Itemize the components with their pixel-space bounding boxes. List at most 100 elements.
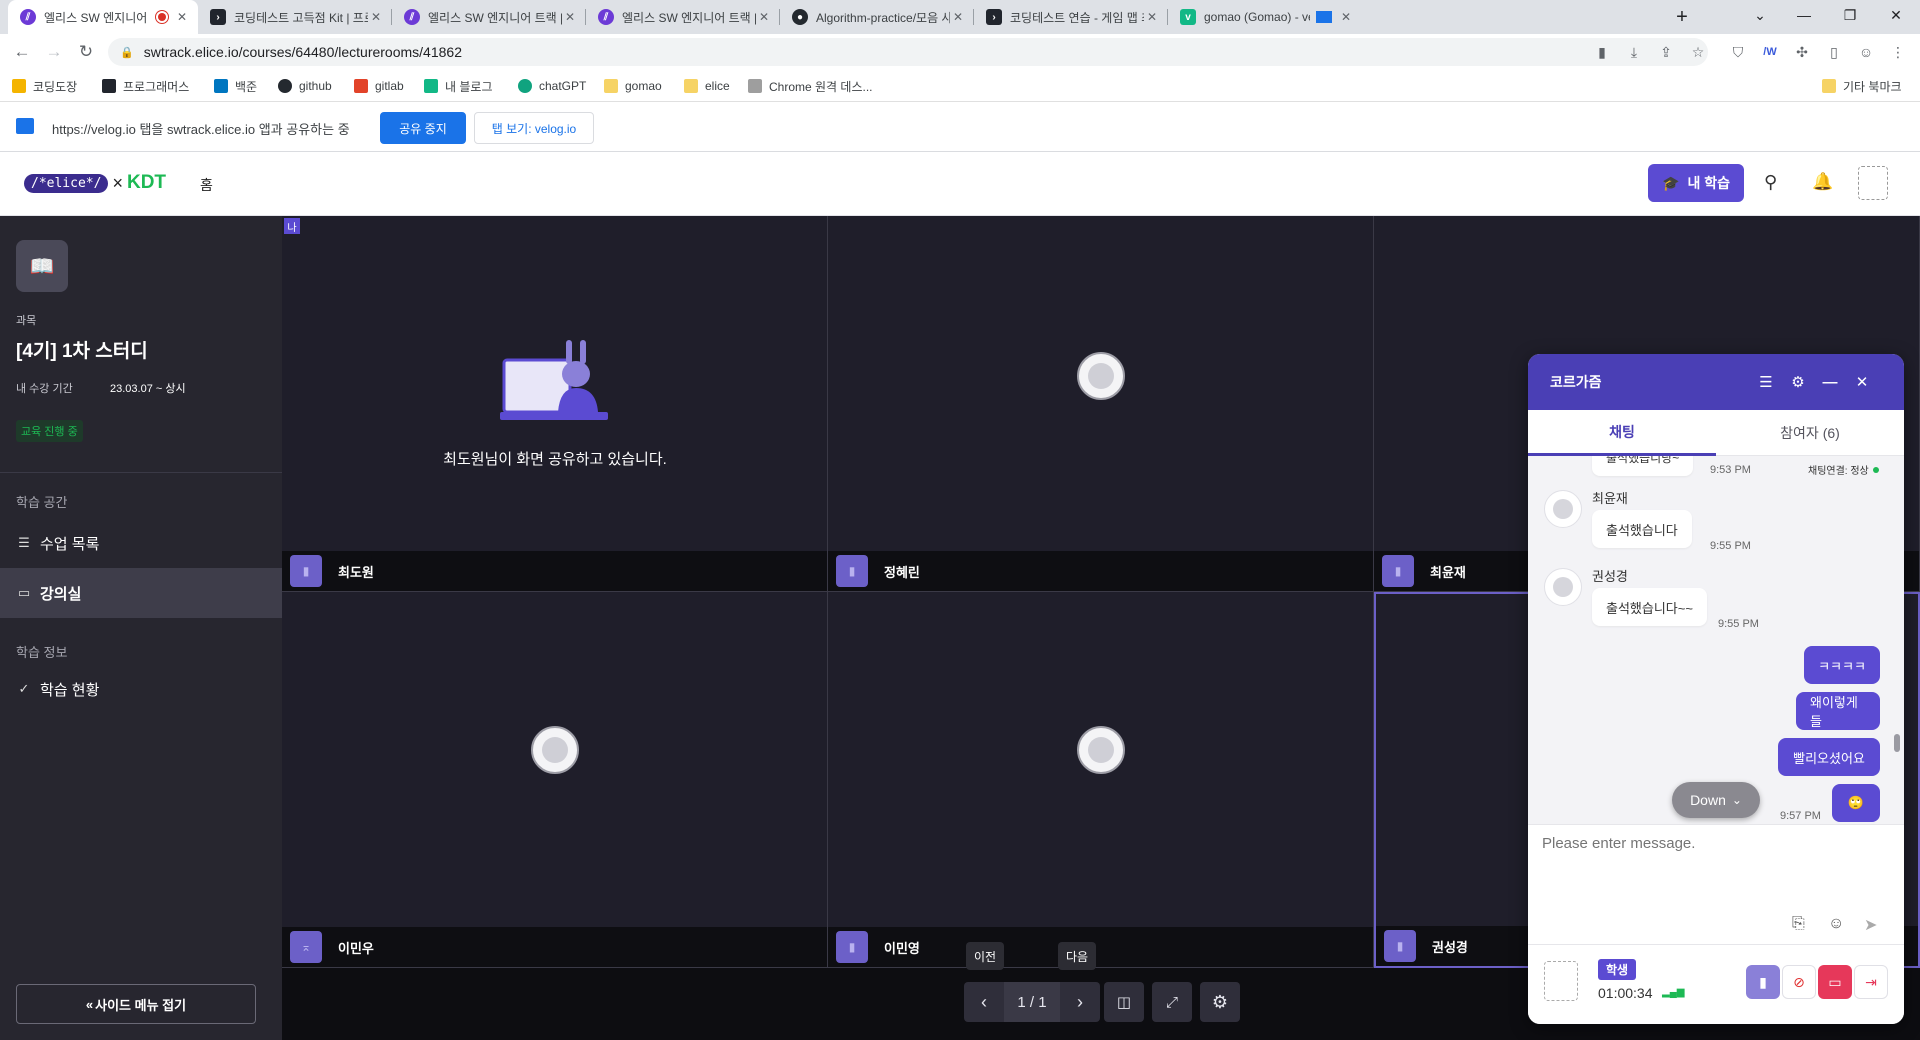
message-input[interactable] — [1542, 835, 1888, 905]
close-tab-icon[interactable]: ✕ — [1144, 10, 1160, 24]
section-label: 학습 정보 — [16, 645, 68, 660]
video-tile[interactable]: 나 최도원님이 화면 공유하고 있습니다. ▮ 최도원 — [282, 216, 828, 592]
user-avatar[interactable] — [1858, 166, 1888, 200]
other-bookmarks[interactable]: 기타 북마크 — [1822, 76, 1902, 96]
bookmark[interactable]: 내 블로그 — [424, 76, 493, 96]
browser-tab[interactable]: v gomao (Gomao) - velog ✕ — [1168, 0, 1362, 34]
bookmark[interactable]: gomao — [604, 76, 662, 96]
browser-tab[interactable]: ⫽ 엘리스 SW 엔지니어 트랙 | K-d ✕ — [392, 0, 586, 34]
sidebar-item-lectureroom[interactable]: ▭ 강의실 — [0, 568, 282, 618]
camera-off-button[interactable]: ⊘ — [1782, 965, 1816, 999]
browser-tab[interactable]: › 코딩테스트 고득점 Kit | 프로그래 ✕ — [198, 0, 392, 34]
home-link[interactable]: 홈 — [200, 175, 213, 195]
tab-share-bar: https://velog.io 탭을 swtrack.elice.io 앱과 … — [0, 102, 1920, 152]
bookmark[interactable]: 코딩도장 — [12, 76, 77, 96]
minimize-icon[interactable]: — — [1820, 372, 1840, 392]
leave-button[interactable]: ⇥ — [1854, 965, 1888, 999]
fullscreen-button[interactable]: ⤢ — [1152, 982, 1192, 1022]
mic-icon: ▮ — [1759, 973, 1767, 990]
close-tab-icon[interactable]: ✕ — [1338, 10, 1354, 24]
menu-icon[interactable]: ⋮ — [1888, 42, 1908, 62]
mic-button[interactable]: ▮ — [1746, 965, 1780, 999]
new-tab-button[interactable]: + — [1660, 2, 1704, 32]
send-icon[interactable]: ➤ — [1864, 915, 1877, 935]
bookmark[interactable]: Chrome 원격 데스... — [748, 76, 873, 96]
mic-muted-icon[interactable]: ⌅ — [290, 931, 322, 963]
attach-icon[interactable]: ⎘ — [1792, 915, 1805, 933]
period-label: 내 수강 기간 — [16, 383, 73, 395]
sidebar-item-classes[interactable]: ☰ 수업 목록 — [0, 518, 282, 568]
video-tile[interactable]: ▮ 정혜린 — [828, 216, 1374, 592]
video-tile[interactable]: ▮ 이민영 — [828, 592, 1374, 968]
share-icon[interactable]: ⇪ — [1656, 42, 1676, 62]
github-icon: ● — [792, 9, 808, 25]
minimize-icon[interactable]: — — [1782, 0, 1826, 30]
tab-title: 코딩테스트 연습 - 게임 맵 최단 — [1010, 10, 1144, 25]
bell-icon[interactable]: 🔔 — [1812, 172, 1833, 192]
bookmark[interactable]: chatGPT — [518, 76, 586, 96]
close-window-icon[interactable]: ✕ — [1874, 0, 1918, 30]
prev-page-button[interactable]: ‹ — [964, 982, 1004, 1022]
mic-icon[interactable]: ▮ — [290, 555, 322, 587]
my-learning-button[interactable]: 🎓 내 학습 — [1648, 164, 1744, 202]
sender-avatar — [1544, 490, 1582, 528]
tab-chat[interactable]: 채팅 — [1528, 410, 1716, 456]
search-icon[interactable]: ⚲ — [1764, 172, 1777, 193]
velog-icon — [424, 79, 438, 93]
forward-icon[interactable]: → — [40, 38, 68, 66]
install-icon[interactable]: ⤓ — [1624, 42, 1644, 62]
bookmark[interactable]: elice — [684, 76, 730, 96]
close-tab-icon[interactable]: ✕ — [756, 10, 772, 24]
tab-search-icon[interactable]: ⌄ — [1738, 0, 1782, 30]
elice-icon: ⫽ — [404, 9, 420, 25]
mic-icon[interactable]: ▮ — [836, 555, 868, 587]
puzzle-icon[interactable]: ✣ — [1792, 42, 1812, 62]
view-tab-button[interactable]: 탭 보기: velog.io — [474, 112, 594, 144]
bookmark[interactable]: 프로그래머스 — [102, 76, 189, 96]
settings-button[interactable]: ⚙ — [1200, 982, 1240, 1022]
mic-icon[interactable]: ▮ — [1382, 555, 1414, 587]
stop-sharing-button[interactable]: 공유 중지 — [380, 112, 466, 144]
address-bar[interactable]: 🔒 swtrack.elice.io/courses/64480/lecture… — [108, 38, 1708, 66]
collapse-sidebar-button[interactable]: «사이드 메뉴 접기 — [16, 984, 256, 1024]
profile-icon[interactable]: ☺ — [1856, 42, 1876, 62]
graduation-cap-icon: 🎓 — [1662, 174, 1680, 191]
browser-tab[interactable]: › 코딩테스트 연습 - 게임 맵 최단 ✕ — [974, 0, 1168, 34]
close-tab-icon[interactable]: ✕ — [368, 10, 384, 24]
close-tab-icon[interactable]: ✕ — [950, 10, 966, 24]
mic-icon[interactable]: ▮ — [1384, 930, 1416, 962]
tab-participants[interactable]: 참여자 (6) — [1716, 410, 1904, 456]
bookmark[interactable]: github — [278, 76, 332, 96]
back-icon[interactable]: ← — [8, 38, 36, 66]
emoji-icon[interactable]: ☺ — [1828, 915, 1844, 933]
logo[interactable]: /*elice*/ × KDT — [24, 172, 166, 194]
divider — [0, 472, 282, 473]
shield-extension-icon[interactable]: ⛉ — [1728, 42, 1748, 62]
bookmark-star-icon[interactable]: ☆ — [1688, 42, 1708, 62]
me-badge: 나 — [284, 218, 300, 234]
side-panel-icon[interactable]: ▯ — [1824, 42, 1844, 62]
gear-icon[interactable]: ⚙ — [1788, 372, 1808, 392]
screen-share-button[interactable]: ▭ — [1818, 965, 1852, 999]
mic-icon[interactable]: ▮ — [836, 931, 868, 963]
restore-icon[interactable]: ❐ — [1828, 0, 1872, 30]
bookmark[interactable]: 백준 — [214, 76, 257, 96]
close-icon[interactable]: ✕ — [1852, 372, 1872, 392]
browser-tab[interactable]: ● Algorithm-practice/모음 사전.p ✕ — [780, 0, 974, 34]
screen-share-illustration — [500, 340, 608, 420]
scroll-down-button[interactable]: Down ⌄ — [1672, 782, 1760, 818]
chat-scrollbar[interactable] — [1894, 734, 1900, 752]
close-tab-icon[interactable]: ✕ — [562, 10, 578, 24]
bookmark[interactable]: gitlab — [354, 76, 404, 96]
camera-icon[interactable]: ▮ — [1592, 42, 1612, 62]
next-page-button[interactable]: › — [1060, 982, 1100, 1022]
layout-toggle-button[interactable]: ◫ — [1104, 982, 1144, 1022]
sidebar-item-progress[interactable]: ✓ 학습 현황 — [0, 664, 282, 714]
reload-icon[interactable]: ↻ — [72, 38, 100, 66]
extension-icon[interactable]: /W — [1760, 42, 1780, 62]
browser-tab[interactable]: ⫽ 엘리스 SW 엔지니어 트랙 | K-d ✕ — [586, 0, 780, 34]
browser-tab-active[interactable]: ⫽ 엘리스 SW 엔지니어 트랙 | ✕ — [8, 0, 198, 34]
hamburger-icon[interactable]: ☰ — [1756, 372, 1776, 392]
close-tab-icon[interactable]: ✕ — [174, 10, 190, 24]
video-tile[interactable]: ⌅ 이민우 — [282, 592, 828, 968]
